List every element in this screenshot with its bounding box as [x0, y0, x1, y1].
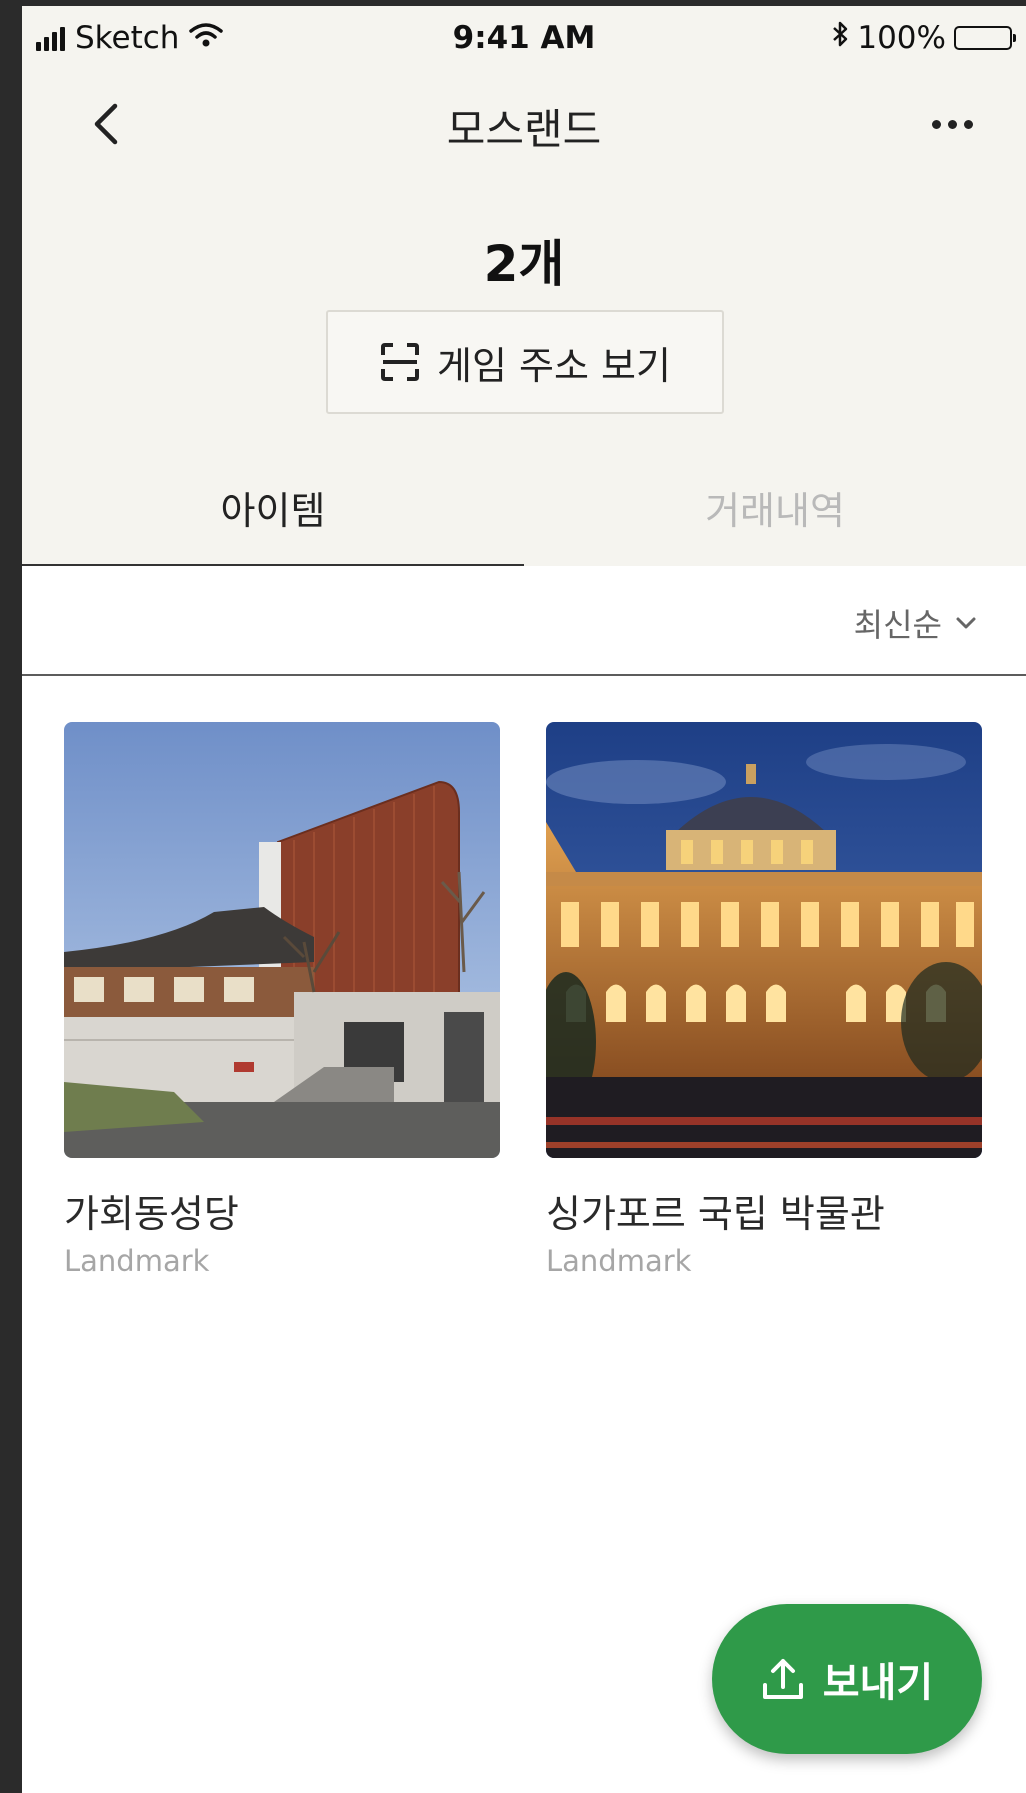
more-button[interactable] — [912, 94, 992, 154]
battery-percent: 100% — [857, 20, 946, 56]
item-name: 가회동성당 — [64, 1192, 239, 1236]
item-image-gahoe-cathedral — [64, 722, 500, 1158]
item-category: Landmark — [546, 1243, 692, 1278]
item-name: 싱가포르 국립 박물관 — [546, 1192, 885, 1236]
tab-transaction-history[interactable]: 거래내역 — [524, 480, 1026, 568]
view-game-address-label: 게임 주소 보기 — [437, 343, 671, 388]
item-card[interactable]: 싱가포르 국립 박물관 Landmark — [546, 722, 982, 1278]
sort-bar: 최신순 — [22, 566, 1026, 676]
view-game-address-button[interactable]: 게임 주소 보기 — [326, 310, 724, 414]
send-button-label: 보내기 — [822, 1660, 934, 1706]
status-right: 100% — [831, 20, 1016, 56]
more-icon — [931, 119, 973, 129]
app-screen: Sketch 9:41 AM 100% 모스랜드 2개 게임 주소 보기 아이템… — [22, 6, 1026, 1793]
scan-icon — [381, 343, 420, 381]
battery-icon — [954, 26, 1016, 50]
chevron-down-icon — [956, 617, 976, 629]
item-card[interactable]: 가회동성당 Landmark — [64, 722, 500, 1278]
item-image-national-museum-singapore — [546, 722, 982, 1158]
item-count: 2개 — [483, 235, 565, 293]
tab-bar: 아이템 거래내역 — [22, 480, 1026, 569]
upload-icon — [762, 1659, 803, 1699]
status-bar: Sketch 9:41 AM 100% — [22, 6, 1026, 68]
sort-label: 최신순 — [853, 606, 942, 644]
item-category: Landmark — [64, 1243, 210, 1278]
tab-items[interactable]: 아이템 — [22, 480, 524, 568]
bluetooth-icon — [831, 20, 849, 56]
sort-dropdown[interactable]: 최신순 — [854, 600, 978, 646]
navigation-bar: 모스랜드 — [22, 76, 1026, 176]
send-button[interactable]: 보내기 — [712, 1604, 982, 1754]
page-title: 모스랜드 — [446, 105, 602, 154]
